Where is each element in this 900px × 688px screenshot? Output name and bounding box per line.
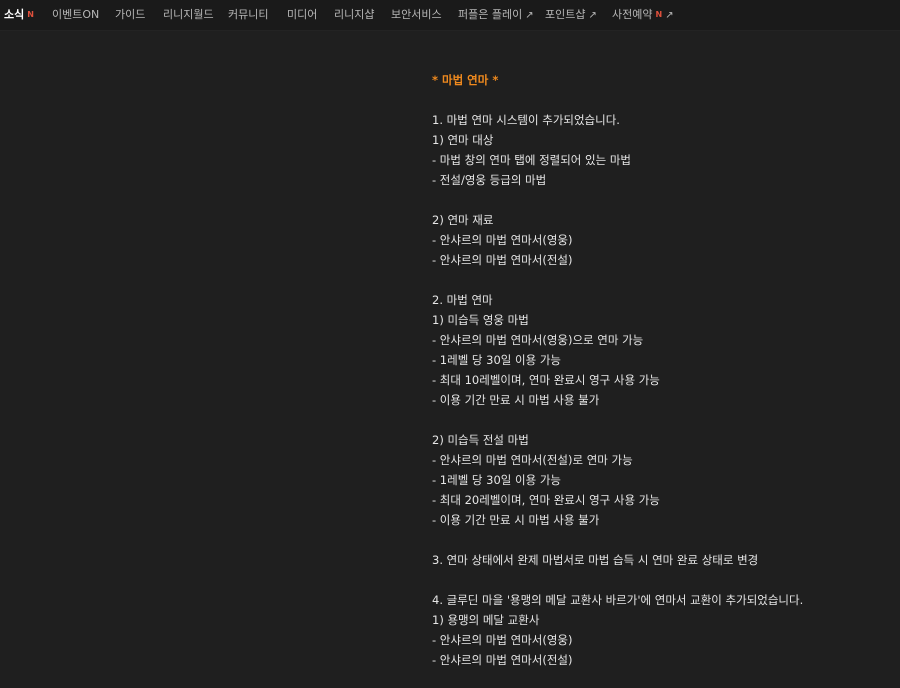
- nav-item-label: 이벤트ON: [52, 8, 100, 21]
- article-body: * 마법 연마 * 1. 마법 연마 시스템이 추가되었습니다. 1) 연마 대상 -…: [432, 70, 892, 670]
- nav-item-point-shop[interactable]: 포인트샵 ↗: [545, 0, 597, 30]
- nav-item-lineage-shop[interactable]: 리니지샵: [334, 0, 374, 30]
- nav-item-label: 미디어: [287, 8, 318, 21]
- article-line: - 안샤르의 마법 연마서(영웅)으로 연마 가능: [432, 333, 644, 347]
- gnb-menu: 소식 N 이벤트ON 가이드 리니지월드 커뮤니티 미디어 리니지샵 보안서비스 퍼플은 플레이 ↗…: [0, 0, 900, 30]
- nav-item-label: 퍼플은 플레이: [458, 8, 523, 21]
- nav-item-label: 커뮤니티: [228, 8, 269, 21]
- article-line: - 1레벨 당 30일 이용 가능: [432, 473, 562, 487]
- nav-item-guide[interactable]: 가이드: [115, 0, 145, 30]
- nav-item-purple-play[interactable]: 퍼플은 플레이 ↗: [458, 0, 534, 30]
- article-line: - 전설/영웅 등급의 마법: [432, 173, 547, 187]
- nav-item-lineage-world[interactable]: 리니지월드: [163, 0, 214, 30]
- article-line: - 1레벨 당 30일 이용 가능: [432, 353, 562, 367]
- article-line: - 최대 10레벨이며, 연마 완료시 영구 사용 가능: [432, 373, 660, 387]
- external-link-icon: ↗: [665, 10, 674, 21]
- article-line: - 안샤르의 마법 연마서(영웅): [432, 633, 573, 647]
- nav-item-label: 소식: [4, 8, 25, 21]
- article-line: - 안샤르의 마법 연마서(영웅): [432, 233, 573, 247]
- notice-page: 소식 N 이벤트ON 가이드 리니지월드 커뮤니티 미디어 리니지샵 보안서비스 퍼플은 플레이 ↗…: [0, 0, 900, 688]
- nav-item-label: 리니지샵: [334, 8, 375, 21]
- article-line: - 이용 기간 만료 시 마법 사용 불가: [432, 393, 600, 407]
- article-line: - 최대 20레벨이며, 연마 완료시 영구 사용 가능: [432, 493, 660, 507]
- nav-item-security-service[interactable]: 보안서비스: [391, 0, 442, 30]
- article-line: - 마법 창의 연마 탭에 정렬되어 있는 마법: [432, 153, 632, 167]
- article-line: 2. 마법 연마: [432, 293, 493, 307]
- article-line: 1) 미습득 영웅 마법: [432, 313, 529, 327]
- article-line: - 안샤르의 마법 연마서(전설): [432, 253, 573, 267]
- article-line: 1) 연마 대상: [432, 133, 494, 147]
- nav-item-news[interactable]: 소식 N: [4, 0, 34, 30]
- nav-item-pre-registration[interactable]: 사전예약 N ↗: [612, 0, 674, 30]
- external-link-icon: ↗: [588, 10, 597, 21]
- nav-item-community[interactable]: 커뮤니티: [228, 0, 268, 30]
- nav-item-media[interactable]: 미디어: [287, 0, 317, 30]
- nav-item-event-on[interactable]: 이벤트ON: [52, 0, 99, 30]
- article-line: 2) 미습득 전설 마법: [432, 433, 529, 447]
- article-title: * 마법 연마 *: [432, 73, 499, 87]
- nav-item-label: 보안서비스: [391, 8, 442, 21]
- article-line: - 이용 기간 만료 시 마법 사용 불가: [432, 513, 600, 527]
- global-navigation-bar: 소식 N 이벤트ON 가이드 리니지월드 커뮤니티 미디어 리니지샵 보안서비스 퍼플은 플레이 ↗…: [0, 0, 900, 31]
- new-badge: N: [655, 10, 663, 19]
- article-line: 1. 마법 연마 시스템이 추가되었습니다.: [432, 113, 620, 127]
- external-link-icon: ↗: [525, 10, 534, 21]
- article-line: - 안샤르의 마법 연마서(전설)로 연마 가능: [432, 453, 633, 467]
- new-badge: N: [27, 10, 34, 19]
- article-line: - 안샤르의 마법 연마서(전설): [432, 653, 573, 667]
- article-line: 1) 용맹의 메달 교환사: [432, 613, 540, 627]
- article-line: 2) 연마 재료: [432, 213, 494, 227]
- nav-item-label: 포인트샵: [545, 8, 586, 21]
- article-line: 3. 연마 상태에서 완제 마법서로 마법 습득 시 연마 완료 상태로 변경: [432, 553, 759, 567]
- nav-item-label: 사전예약: [612, 8, 653, 21]
- article-line: 4. 글루딘 마을 '용맹의 메달 교환사 바르가'에 연마서 교환이 추가되었…: [432, 593, 804, 607]
- nav-item-label: 가이드: [115, 8, 146, 21]
- nav-item-label: 리니지월드: [163, 8, 214, 21]
